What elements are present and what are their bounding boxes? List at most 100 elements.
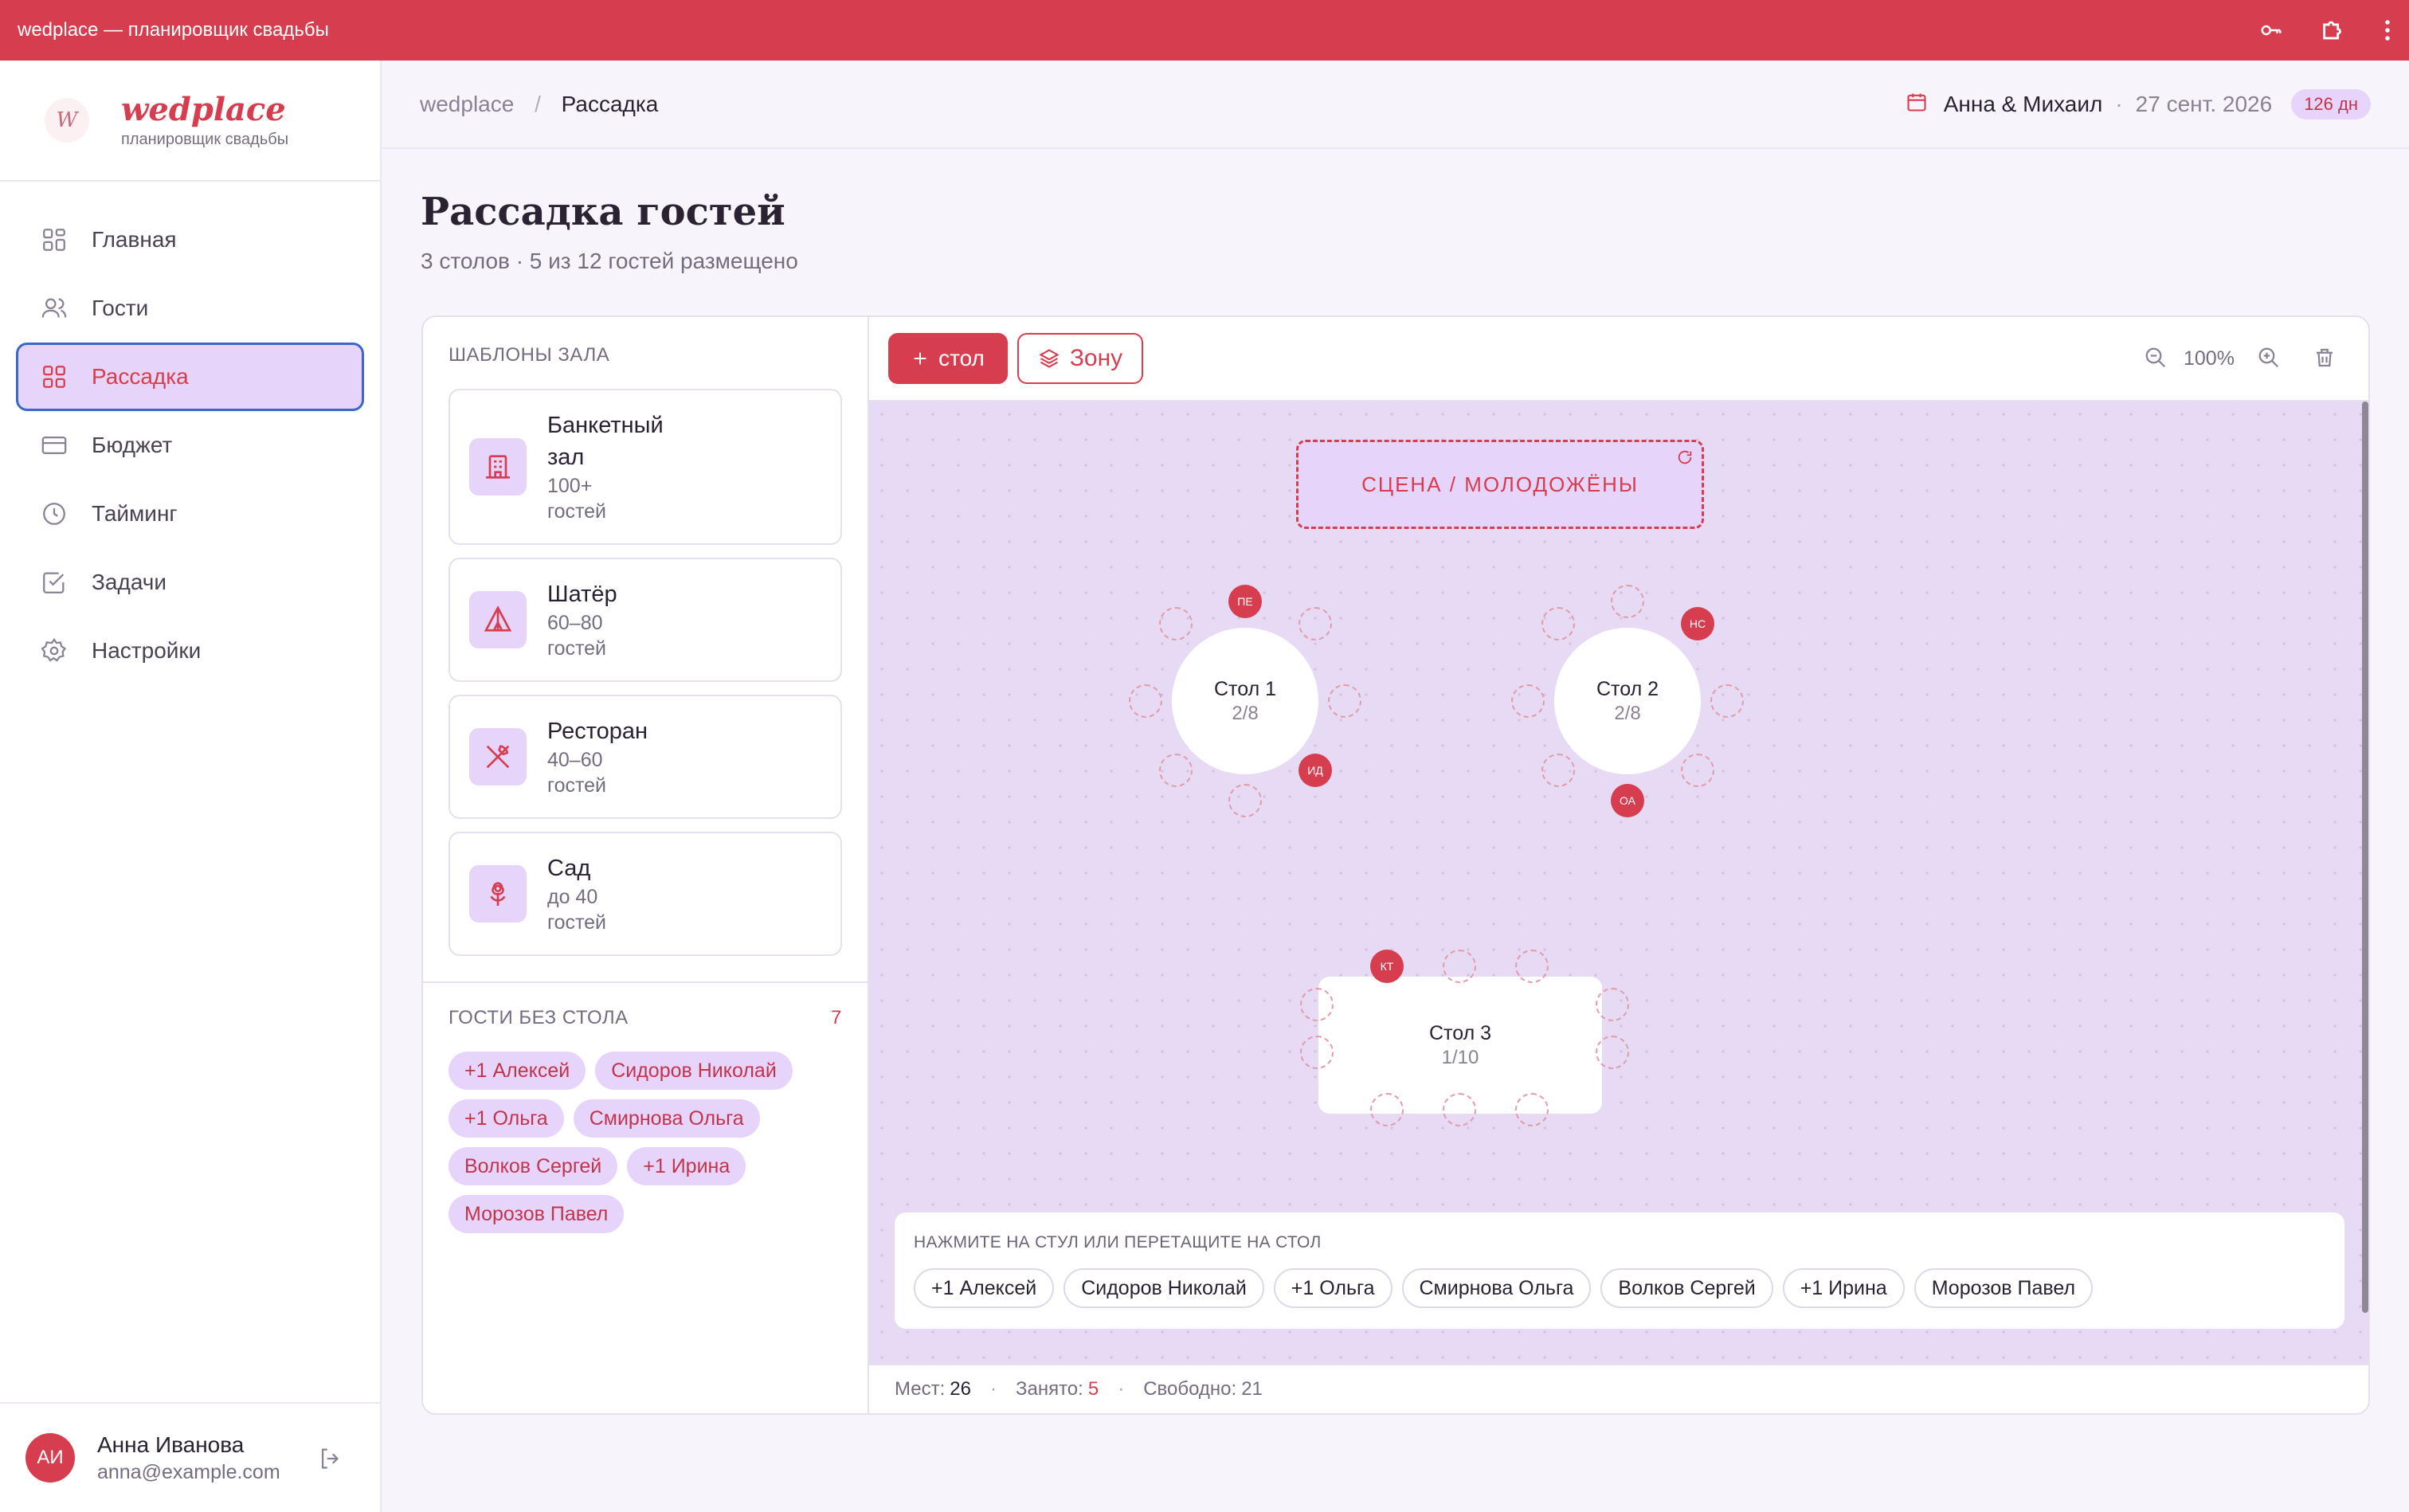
- guest-chip[interactable]: Морозов Павел: [449, 1195, 625, 1233]
- guest-chip[interactable]: Смирнова Ольга: [573, 1099, 760, 1138]
- draggable-guest-chip[interactable]: +1 Алексей: [914, 1268, 1055, 1308]
- seat-empty[interactable]: [1228, 784, 1262, 817]
- template-name: Сад: [547, 856, 591, 881]
- seat-taken[interactable]: ИД: [1299, 754, 1332, 787]
- seat-empty[interactable]: [1596, 988, 1629, 1021]
- seat-empty[interactable]: [1681, 754, 1714, 787]
- table-2[interactable]: Стол 2 2/8: [1554, 628, 1701, 774]
- template-banquet-hall[interactable]: Банкетный зал 100+ гостей: [449, 389, 842, 545]
- guest-chip[interactable]: Сидоров Николай: [595, 1052, 793, 1090]
- grid-icon: [43, 229, 65, 251]
- brand-logo: W: [45, 98, 89, 143]
- seat-taken[interactable]: КТ: [1370, 950, 1404, 983]
- logout-icon[interactable]: [317, 1445, 344, 1476]
- template-restaurant[interactable]: Ресторан 40–60 гостей: [449, 695, 842, 819]
- draggable-guest-chip[interactable]: +1 Ольга: [1273, 1268, 1393, 1308]
- seat-empty[interactable]: [1299, 607, 1332, 640]
- table-count: 1/10: [1441, 1047, 1479, 1068]
- drop-panel: НАЖМИТЕ НА СТУЛ ИЛИ ПЕРЕТАЩИТЕ НА СТОЛ +…: [895, 1212, 2344, 1329]
- templates-heading: ШАБЛОНЫ ЗАЛА: [449, 344, 610, 366]
- avatar[interactable]: АИ: [25, 1433, 75, 1483]
- breadcrumb-root[interactable]: wedplace: [420, 92, 514, 116]
- floor-canvas[interactable]: СЦЕНА / МОЛОДОЖЁНЫ Стол 1 2/8 ПЕ ИД Стол…: [869, 402, 2368, 1364]
- guest-chip[interactable]: Волков Сергей: [449, 1147, 618, 1185]
- brand-name: wedplace: [121, 90, 286, 128]
- seat-empty[interactable]: [1515, 950, 1549, 983]
- sidebar-item-seating[interactable]: Рассадка: [16, 343, 364, 411]
- draggable-guest-chip[interactable]: Сидоров Николай: [1063, 1268, 1264, 1308]
- clock-icon: [43, 503, 65, 525]
- seat-empty[interactable]: [1159, 607, 1193, 640]
- checkbox-icon: [43, 572, 65, 593]
- guest-chip[interactable]: +1 Ирина: [627, 1147, 746, 1185]
- couple-names: Анна & Михаил: [1943, 92, 2103, 116]
- brand[interactable]: W wedplace планировщик свадьбы: [0, 61, 380, 182]
- calendar-icon: [1906, 91, 1928, 119]
- add-zone-button[interactable]: Зону: [1017, 333, 1143, 384]
- seat-empty[interactable]: [1159, 754, 1193, 787]
- unseated-heading: ГОСТИ БЕЗ СТОЛА: [449, 1007, 629, 1028]
- draggable-guest-chip[interactable]: +1 Ирина: [1782, 1268, 1905, 1308]
- seat-empty[interactable]: [1443, 1093, 1476, 1126]
- draggable-guest-chip[interactable]: Морозов Павел: [1913, 1268, 2094, 1308]
- puzzle-icon[interactable]: [2320, 17, 2347, 44]
- template-capacity: гостей: [547, 637, 607, 660]
- seat-taken[interactable]: ОА: [1611, 784, 1644, 817]
- guest-chip[interactable]: +1 Алексей: [449, 1052, 586, 1090]
- wedding-date: 27 сент. 2026: [2135, 92, 2273, 116]
- sidebar-item-home[interactable]: Главная: [16, 206, 364, 274]
- zoom-in-icon[interactable]: [2257, 346, 2281, 374]
- seat-taken[interactable]: НС: [1681, 607, 1714, 640]
- seats-taken: 5: [1087, 1378, 1099, 1400]
- template-capacity: гостей: [547, 500, 607, 523]
- draggable-guest-chip[interactable]: Смирнова Ольга: [1401, 1268, 1592, 1308]
- zoom-out-icon[interactable]: [2144, 346, 2168, 374]
- breadcrumb-separator: /: [535, 91, 541, 116]
- seat-empty[interactable]: [1370, 1093, 1404, 1126]
- window-titlebar: wedplace — планировщик свадьбы: [0, 0, 2409, 61]
- status-separator: ·: [989, 1378, 997, 1400]
- sidebar-item-settings[interactable]: Настройки: [16, 617, 364, 685]
- table-name: Стол 3: [1428, 1022, 1491, 1044]
- table-name: Стол 2: [1596, 678, 1659, 700]
- seat-empty[interactable]: [1611, 585, 1644, 618]
- template-garden[interactable]: Сад до 40 гостей: [449, 832, 842, 956]
- plus-icon: [914, 352, 926, 365]
- trash-icon[interactable]: [2313, 346, 2337, 374]
- sidebar-item-label: Настройки: [92, 638, 202, 663]
- sidebar-item-timing[interactable]: Тайминг: [16, 480, 364, 548]
- table-1[interactable]: Стол 1 2/8: [1172, 628, 1318, 774]
- guest-chip[interactable]: +1 Ольга: [449, 1099, 564, 1138]
- seat-taken[interactable]: ПЕ: [1228, 585, 1262, 618]
- seating-card: ШАБЛОНЫ ЗАЛА Банкетный зал 100+ гостей Ш…: [421, 315, 2370, 1415]
- seat-empty[interactable]: [1443, 950, 1476, 983]
- sidebar-item-tasks[interactable]: Задачи: [16, 548, 364, 617]
- template-tent[interactable]: Шатёр 60–80 гостей: [449, 558, 842, 682]
- table-count: 2/8: [1614, 703, 1641, 724]
- seat-status-bar: Мест: 26 · Занято: 5 · Свободно: 21: [869, 1364, 2368, 1413]
- sidebar-item-budget[interactable]: Бюджет: [16, 411, 364, 480]
- card-icon: [41, 436, 67, 455]
- seat-empty[interactable]: [1541, 607, 1575, 640]
- more-vertical-icon[interactable]: [2384, 18, 2391, 42]
- add-table-button[interactable]: стол: [888, 333, 1008, 384]
- seat-empty[interactable]: [1515, 1093, 1549, 1126]
- seat-empty[interactable]: [1511, 684, 1545, 718]
- sidebar-item-label: Бюджет: [92, 433, 173, 457]
- sidebar-item-guests[interactable]: Гости: [16, 274, 364, 343]
- seat-empty[interactable]: [1300, 1036, 1334, 1069]
- seat-empty[interactable]: [1596, 1036, 1629, 1069]
- stage-zone[interactable]: СЦЕНА / МОЛОДОЖЁНЫ: [1296, 440, 1704, 529]
- add-zone-label: Зону: [1069, 345, 1123, 371]
- template-capacity: гостей: [547, 911, 607, 934]
- canvas-scrollbar[interactable]: [2362, 402, 2368, 1313]
- rotate-icon[interactable]: [1676, 447, 1694, 472]
- seat-empty[interactable]: [1328, 684, 1361, 718]
- key-icon[interactable]: [2259, 18, 2283, 42]
- seat-empty[interactable]: [1129, 684, 1162, 718]
- seat-empty[interactable]: [1541, 754, 1575, 787]
- seat-empty[interactable]: [1710, 684, 1744, 718]
- free-label: Свободно:: [1143, 1378, 1237, 1400]
- seat-empty[interactable]: [1300, 988, 1334, 1021]
- draggable-guest-chip[interactable]: Волков Сергей: [1600, 1268, 1773, 1308]
